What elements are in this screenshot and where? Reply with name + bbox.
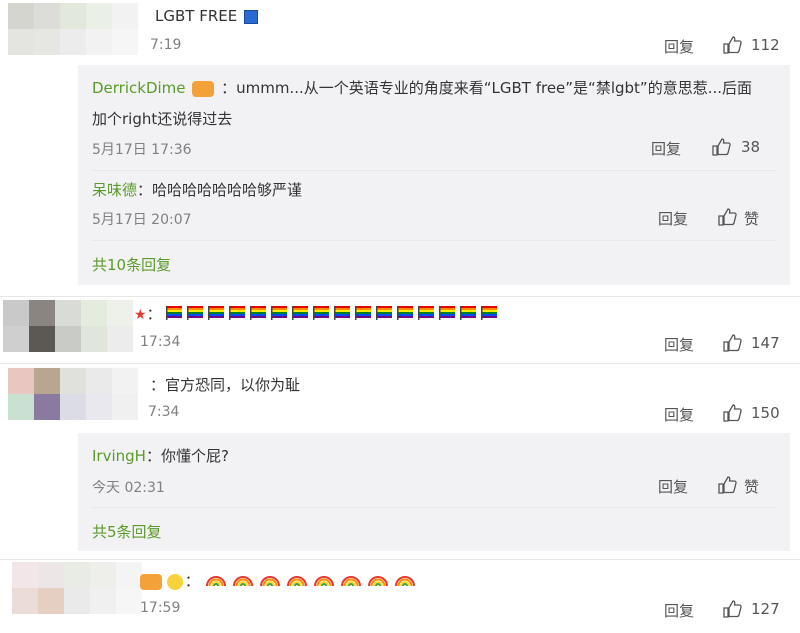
like-count: 38 [741,138,761,156]
comment-text: ：官方恐同，以你为耻 [150,376,301,394]
sub-reply-time: 今天 02:31 [92,480,165,496]
reply-button[interactable]: 回复 [651,138,681,159]
divider [0,296,800,297]
thumbs-up-icon[interactable] [717,475,737,495]
like-count: 112 [751,36,780,54]
like-count: 127 [751,600,780,618]
divider [92,507,777,508]
duck-icon [166,573,183,590]
divider [0,559,800,560]
like-count: 147 [751,334,780,352]
comment-time: 7:19 [150,37,182,53]
thumbs-up-icon[interactable] [722,599,742,619]
sub-reply-text-cont: 加个right还说得过去 [92,110,233,128]
sub-reply-text: 呆味德：哈哈哈哈哈哈哈够严谨 [92,181,303,199]
square-emoji-icon [244,9,258,24]
reply-button[interactable]: 回复 [664,404,694,425]
avatar-blurred[interactable] [8,368,138,420]
divider [92,240,777,241]
vip-badge-icon [192,80,215,97]
avatar-blurred[interactable] [3,300,133,352]
comment-text: LGBT FREE [155,6,258,26]
rainbow-emoji-icons [205,570,421,593]
thumbs-up-icon[interactable] [722,403,742,423]
sub-replies-box [78,65,790,285]
reply-button[interactable]: 回复 [658,476,688,497]
more-replies-link[interactable]: 共10条回复 [92,254,171,275]
thumbs-up-icon[interactable] [711,137,731,157]
username-link[interactable]: 呆味德 [92,181,137,199]
comment-text: ★： [134,304,502,325]
vip-badge-icon [140,573,162,590]
like-count: 150 [751,404,780,422]
username-link[interactable]: IrvingH [92,447,146,465]
sub-reply-time: 5月17日 17:36 [92,142,192,158]
divider [0,363,800,364]
more-replies-link[interactable]: 共5条回复 [92,521,162,542]
comment-time: 17:59 [140,600,181,616]
reply-button[interactable]: 回复 [664,36,694,57]
like-label[interactable]: 赞 [744,476,759,497]
divider [92,170,777,171]
comment-time: 17:34 [140,334,181,350]
reply-button[interactable]: 回复 [658,208,688,229]
thumbs-up-icon[interactable] [717,207,737,227]
thumbs-up-icon[interactable] [722,333,742,353]
comment-time: 7:34 [148,404,180,420]
sub-reply-text: IrvingH：你懂个屁? [92,447,229,465]
reply-button[interactable]: 回复 [664,334,694,355]
reply-button[interactable]: 回复 [664,600,694,621]
star-icon: ★ [134,307,147,323]
like-label[interactable]: 赞 [744,208,759,229]
sub-reply-time: 5月17日 20:07 [92,212,192,228]
thumbs-up-icon[interactable] [722,35,742,55]
comment-text: ： [140,570,421,593]
sub-reply-text: DerrickDime ：ummm...从一个英语专业的角度来看“LGBT fr… [92,79,752,97]
avatar-blurred[interactable] [8,3,138,55]
avatar-blurred[interactable] [12,562,142,614]
rainbow-flag-icons [166,304,502,325]
username-link[interactable]: DerrickDime [92,79,186,97]
